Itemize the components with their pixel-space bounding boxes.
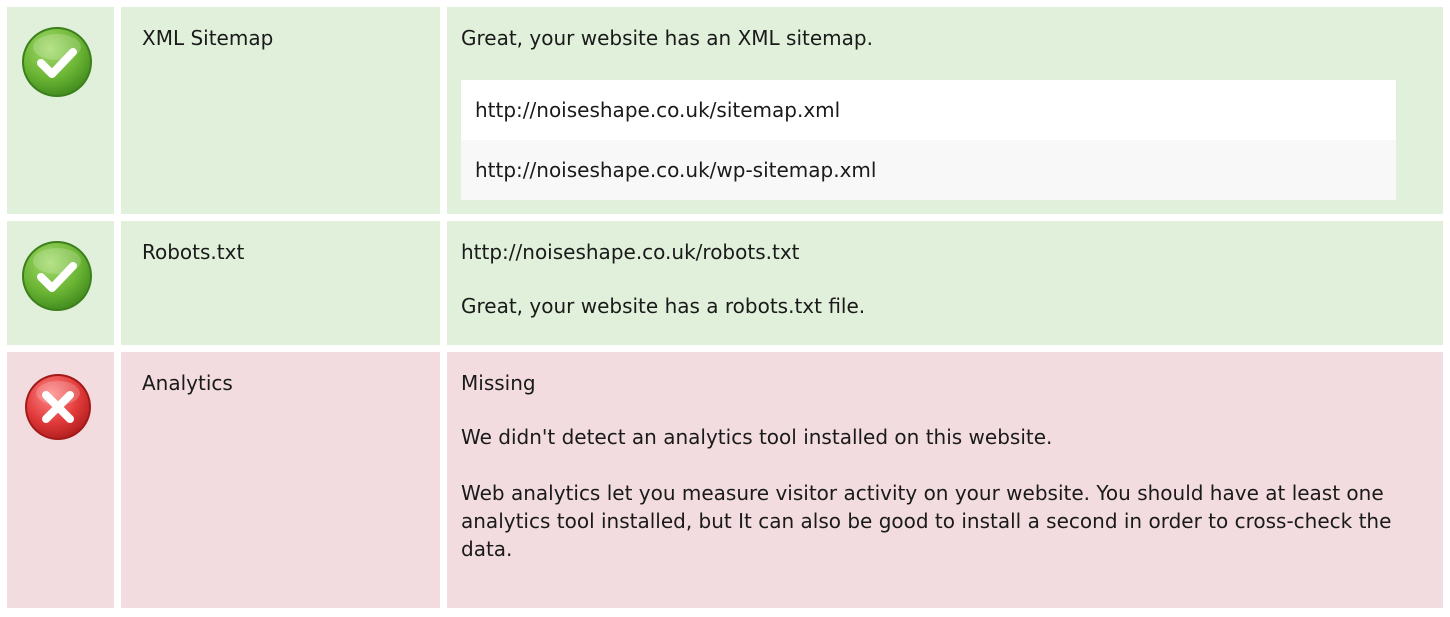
- check-icon: [20, 25, 94, 99]
- sitemap-url: http://noiseshape.co.uk/sitemap.xml: [461, 80, 1396, 140]
- robots-url: http://noiseshape.co.uk/robots.txt: [461, 240, 800, 264]
- sitemap-url-list: http://noiseshape.co.uk/sitemap.xml http…: [461, 80, 1396, 200]
- check-row-robots-txt: Robots.txt http://noiseshape.co.uk/robot…: [7, 221, 1443, 345]
- status-cell: [7, 352, 114, 608]
- check-value: Great, your website has an XML sitemap. …: [447, 7, 1443, 214]
- status-cell: [7, 7, 114, 214]
- status-cell: [7, 221, 114, 345]
- check-advice: Web analytics let you measure visitor ac…: [461, 481, 1392, 561]
- check-row-analytics: Analytics Missing We didn't detect an an…: [7, 352, 1443, 608]
- check-value: Missing We didn't detect an analytics to…: [447, 352, 1443, 608]
- cross-icon: [23, 372, 93, 442]
- check-message: Great, your website has a robots.txt fil…: [461, 294, 866, 318]
- seo-checks-table: XML Sitemap Great, your website has an X…: [7, 7, 1443, 615]
- check-name: Analytics: [121, 352, 440, 608]
- check-icon: [20, 239, 94, 313]
- check-row-xml-sitemap: XML Sitemap Great, your website has an X…: [7, 7, 1443, 214]
- check-message: Great, your website has an XML sitemap.: [461, 26, 873, 50]
- analytics-status: Missing: [461, 371, 536, 395]
- check-message: We didn't detect an analytics tool insta…: [461, 425, 1053, 449]
- check-value: http://noiseshape.co.uk/robots.txt Great…: [447, 221, 1443, 345]
- check-name: XML Sitemap: [121, 7, 440, 214]
- check-name: Robots.txt: [121, 221, 440, 345]
- sitemap-url: http://noiseshape.co.uk/wp-sitemap.xml: [461, 140, 1396, 200]
